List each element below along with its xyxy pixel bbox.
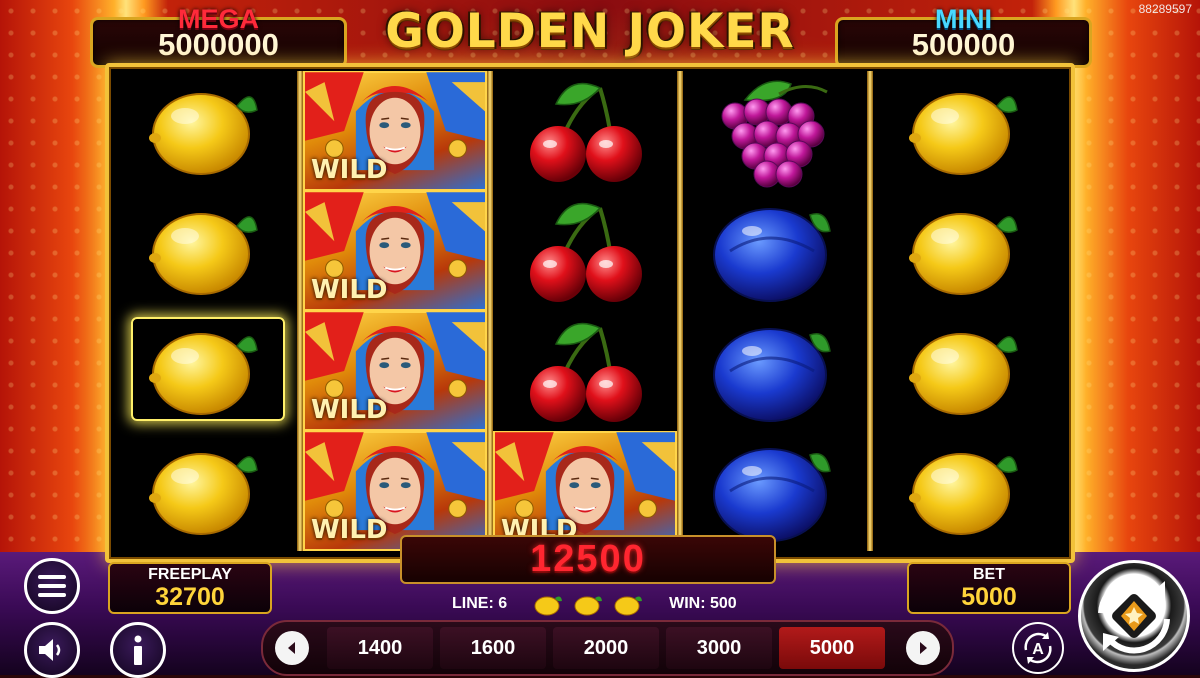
menu-button[interactable] — [24, 558, 80, 614]
plum-symbol — [683, 311, 867, 431]
wild-label: WILD — [311, 395, 388, 425]
mini-jackpot-value: 500000 — [911, 27, 1016, 62]
reel-5 — [873, 71, 1057, 551]
bet-option-1400[interactable]: 1400 — [327, 627, 433, 669]
wild-label: WILD — [311, 155, 388, 185]
lemon-symbol — [113, 71, 297, 191]
bet-label: BET — [973, 566, 1005, 583]
grapes-symbol — [683, 71, 867, 191]
bet-option-5000[interactable]: 5000 — [779, 627, 885, 669]
info-button[interactable] — [110, 622, 166, 678]
win-amount-display: 12500 — [400, 535, 776, 584]
mega-jackpot: MEGA 5000000 — [90, 4, 347, 68]
wild-joker-symbol: WILD — [303, 311, 487, 431]
reel-4 — [683, 71, 867, 551]
autoplay-button[interactable]: A — [1012, 622, 1064, 674]
lemon-icon — [534, 596, 563, 616]
reel-2: WILD WILD WILD WILD — [303, 71, 487, 551]
bet-value: 5000 — [961, 583, 1017, 611]
wild-joker-symbol: WILD — [303, 431, 487, 551]
lemon-icon — [614, 596, 643, 616]
spin-button[interactable] — [1078, 560, 1190, 672]
lemon-symbol — [113, 431, 297, 551]
chevron-left-icon[interactable] — [275, 631, 309, 665]
svg-text:A: A — [1032, 641, 1044, 658]
wild-joker-symbol: WILD — [303, 71, 487, 191]
freeplay-label: FREEPLAY — [148, 566, 232, 583]
line-symbols — [533, 592, 643, 616]
lemon-icon — [574, 596, 603, 616]
speaker-icon — [39, 639, 61, 661]
wild-label: WILD — [311, 515, 388, 545]
game-title: GOLDEN JOKER 100 — [385, 4, 795, 114]
plum-symbol — [683, 191, 867, 311]
line-number: LINE: 6 — [452, 595, 508, 612]
spin-icon — [1098, 578, 1170, 654]
line-win-info: LINE: 6 WIN: 500 — [452, 592, 737, 616]
sound-button[interactable] — [24, 622, 80, 678]
cherry-symbol — [493, 71, 677, 191]
lemon-symbol — [873, 311, 1057, 431]
wild-joker-symbol: WILD — [493, 431, 677, 551]
freeplay-display: FREEPLAY 32700 — [108, 562, 272, 614]
mega-jackpot-value: 5000000 — [158, 27, 279, 62]
line-win: WIN: 500 — [669, 595, 737, 612]
wild-label: WILD — [311, 275, 388, 305]
autoplay-icon: A — [1024, 632, 1052, 664]
plum-symbol — [683, 431, 867, 551]
lemon-symbol — [113, 311, 297, 431]
wild-joker-symbol: WILD — [303, 191, 487, 311]
reels-grid: WILD WILD WILD WILD WILD — [105, 63, 1075, 563]
freeplay-value: 32700 — [155, 583, 225, 611]
bet-option-2000[interactable]: 2000 — [553, 627, 659, 669]
lemon-symbol — [873, 71, 1057, 191]
mini-jackpot: MINI 500000 — [835, 4, 1092, 68]
hamburger-menu-icon — [38, 575, 66, 597]
reel-3: WILD — [493, 71, 677, 551]
bet-option-1600[interactable]: 1600 — [440, 627, 546, 669]
chevron-right-icon[interactable] — [906, 631, 940, 665]
bet-selector: 1400 1600 2000 3000 5000 — [261, 620, 954, 676]
lemon-symbol — [873, 431, 1057, 551]
win-amount: 12500 — [530, 538, 646, 580]
cherry-symbol — [493, 191, 677, 311]
info-icon — [134, 635, 142, 665]
lemon-symbol — [873, 191, 1057, 311]
lemon-symbol — [113, 191, 297, 311]
bet-display: BET 5000 — [907, 562, 1071, 614]
reel-1 — [113, 71, 297, 551]
session-id: 88289597 — [1138, 2, 1192, 16]
cherry-symbol — [493, 311, 677, 431]
bet-option-3000[interactable]: 3000 — [666, 627, 772, 669]
